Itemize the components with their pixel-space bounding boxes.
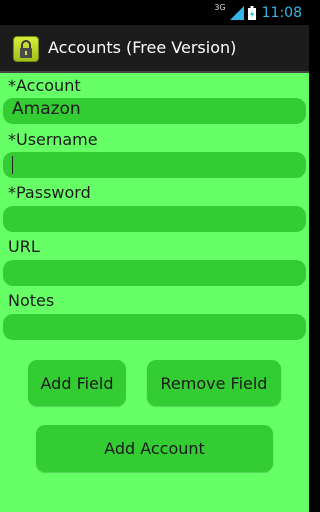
signal-icon (229, 5, 244, 20)
account-value: Amazon (12, 99, 81, 119)
url-field[interactable] (3, 260, 306, 286)
network-type-label: 3G (214, 3, 226, 12)
username-field[interactable] (3, 152, 306, 178)
battery-icon (247, 5, 256, 20)
status-icons: 3G 11:08 (214, 3, 302, 22)
username-label: *Username (8, 130, 98, 149)
url-label: URL (8, 237, 40, 256)
lock-app-icon[interactable] (13, 36, 39, 62)
remove-field-button[interactable]: Remove Field (147, 360, 281, 406)
action-bar: Accounts (Free Version) (0, 25, 309, 73)
account-label: *Account (8, 76, 81, 95)
text-cursor (12, 156, 13, 174)
account-field[interactable]: Amazon (3, 98, 306, 124)
clock: 11:08 (261, 4, 302, 21)
notes-field[interactable] (3, 314, 306, 340)
lock-icon (20, 40, 32, 58)
password-label: *Password (8, 183, 91, 202)
account-form: *Account Amazon *Username *Password URL … (0, 73, 309, 512)
notes-label: Notes (8, 291, 55, 310)
status-bar: 3G 11:08 (0, 0, 309, 25)
add-field-button[interactable]: Add Field (28, 360, 126, 406)
add-account-button[interactable]: Add Account (36, 425, 273, 472)
page-title: Accounts (Free Version) (48, 38, 237, 57)
password-field[interactable] (3, 206, 306, 232)
